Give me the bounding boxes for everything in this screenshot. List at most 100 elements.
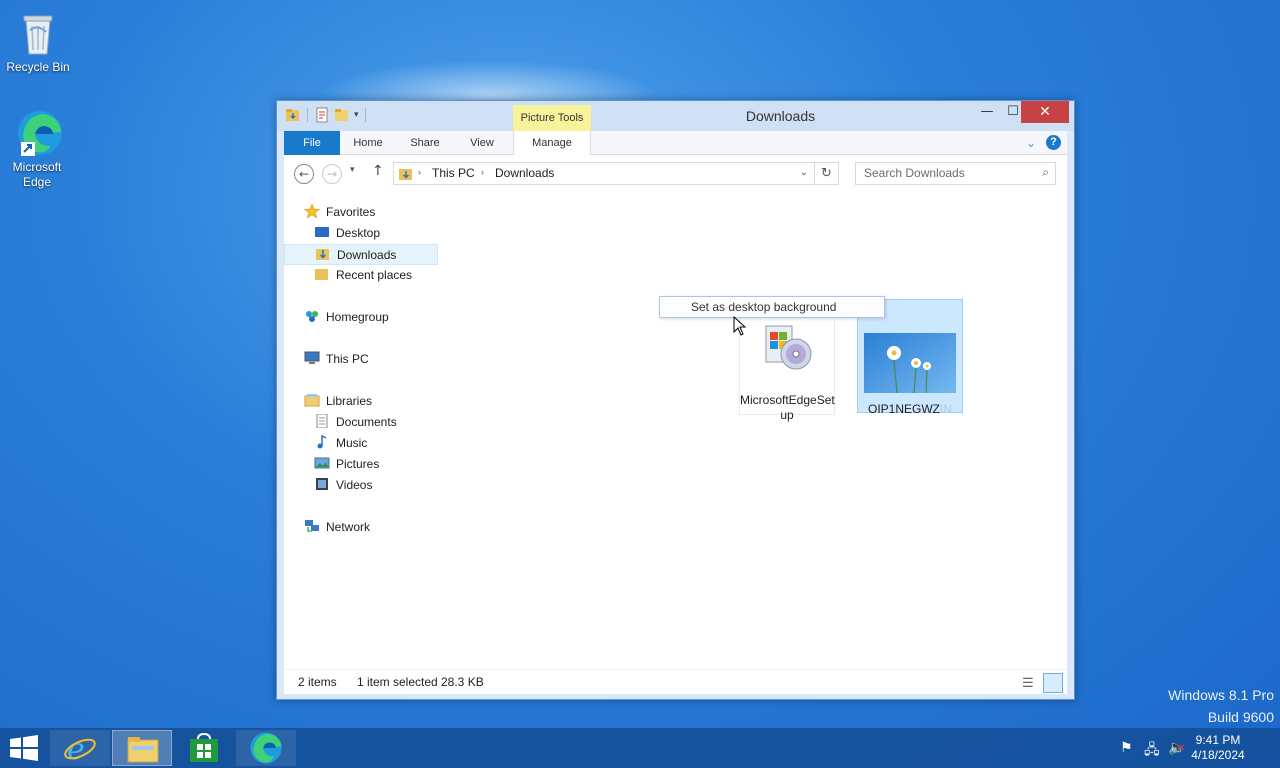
windows-logo-icon [10,735,38,761]
large-icons-view-icon[interactable] [1043,673,1063,693]
edge-icon [250,732,282,764]
libraries-icon [304,393,320,407]
mouse-cursor [733,316,747,336]
windows-watermark: Windows 8.1 Pro Build 9600 [1168,684,1274,728]
nav-homegroup-label: Homegroup [326,310,389,324]
edge-label: Microsoft Edge [12,160,62,189]
address-row: ← → ▾ ↑ › This PC › Downloads ⌄ ↻ Search… [284,155,1067,191]
installer-icon [765,325,812,370]
nav-documents-label: Documents [336,415,397,429]
nav-favorites-label: Favorites [326,205,376,219]
homegroup-icon [304,309,320,323]
recycle-bin-icon [16,8,60,56]
nav-downloads-label: Downloads [337,248,397,262]
internet-explorer-icon: e [64,732,96,767]
nav-network[interactable]: Network [304,517,370,538]
nav-music-label: Music [336,436,368,450]
nav-pictures[interactable]: Pictures [314,454,379,475]
edge-icon [15,108,62,156]
status-item-count: 2 items [298,675,337,689]
breadcrumb-downloads[interactable]: Downloads [495,166,554,180]
file-name-oip-faded: IN [940,402,952,416]
status-selection: 1 item selected [357,675,438,689]
taskbar-internet-explorer[interactable]: e [50,730,110,767]
watermark-build: Build 9600 [1207,709,1274,725]
videos-icon [314,477,330,491]
navigation-pane: Favorites Desktop Downloads Recent place… [284,191,444,669]
file-item-edge-setup[interactable]: MicrosoftEdgeSet up [739,301,835,422]
store-icon [190,732,218,762]
recent-locations-icon[interactable]: ▾ [350,165,355,175]
address-dropdown-icon[interactable]: ⌄ [800,167,808,178]
search-placeholder: Search Downloads [864,166,965,180]
nav-homegroup[interactable]: Homegroup [304,307,389,328]
expand-ribbon-icon[interactable]: ⌄ [1026,136,1036,150]
desktop-icon-edge[interactable]: Microsoft Edge [0,108,75,190]
nav-downloads[interactable]: Downloads [284,244,438,265]
action-center-flag-icon[interactable]: ⚑ [1120,739,1133,756]
taskbar-store[interactable] [174,730,234,766]
file-name-oip: OIP1NEGWZIN [858,402,962,416]
desktop-icon [314,225,330,239]
nav-favorites[interactable]: Favorites [303,202,376,223]
file-explorer-icon [127,737,159,763]
close-button[interactable]: ✕ [1021,101,1069,123]
recent-places-icon [314,267,330,281]
file-name-oip-text: OIP1NEGWZ [867,402,940,416]
start-button[interactable] [6,734,42,762]
nav-recent-places[interactable]: Recent places [314,265,412,286]
network-tray-icon[interactable]: 🖧 [1144,739,1160,763]
tab-share[interactable]: Share [398,131,452,155]
recycle-bin-label: Recycle Bin [6,60,70,74]
clock[interactable]: 9:41 PM 4/18/2024 [1188,733,1248,763]
file-name-edge-setup-line2: up [780,408,794,422]
nav-music[interactable]: Music [314,433,367,454]
clock-time: 9:41 PM [1195,733,1241,747]
title-bar[interactable]: ▾ Picture Tools Downloads — ☐ ✕ [277,101,1074,132]
network-icon [304,519,320,533]
nav-desktop[interactable]: Desktop [314,223,380,244]
breadcrumb-separator-icon[interactable]: › [418,167,421,177]
pictures-icon [314,456,330,470]
nav-documents[interactable]: Documents [314,412,397,433]
nav-videos[interactable]: Videos [314,475,372,496]
tab-view[interactable]: View [456,131,508,155]
minimize-button[interactable]: — [973,101,1001,123]
tab-manage[interactable]: Manage [513,131,591,156]
explorer-window: ▾ Picture Tools Downloads — ☐ ✕ File Hom… [276,100,1075,700]
tab-file[interactable]: File [284,131,340,155]
nav-videos-label: Videos [336,478,373,492]
forward-button[interactable]: → [322,164,342,184]
address-bar[interactable]: › This PC › Downloads ⌄ [393,162,815,185]
ribbon-tabs: File Home Share View Manage ⌄ ? [284,131,1067,156]
help-icon[interactable]: ? [1046,135,1061,150]
computer-icon [304,351,320,365]
clock-date: 4/18/2024 [1191,748,1245,762]
nav-network-label: Network [326,520,371,534]
watermark-edition: Windows 8.1 Pro [1168,687,1274,703]
tab-home[interactable]: Home [342,131,394,155]
refresh-button[interactable]: ↻ [815,162,839,185]
breadcrumb-separator-icon[interactable]: › [481,167,484,177]
up-arrow-icon[interactable]: ↑ [372,163,384,179]
search-input[interactable]: Search Downloads ⌕ [855,162,1056,185]
taskbar: e ⚑ 🖧 🔈 ✕ 9:41 PM 4/18/2024 [0,728,1280,768]
back-button[interactable]: ← [294,164,314,184]
desktop-icon-recycle-bin[interactable]: Recycle Bin [0,8,76,75]
context-menu-set-desktop-background[interactable]: Set as desktop background [659,296,885,318]
downloads-folder-icon [399,169,412,180]
star-icon [303,203,321,219]
system-tray: ⚑ 🖧 🔈 ✕ 9:41 PM 4/18/2024 [1120,728,1280,768]
status-bar: 2 items 1 item selected 28.3 KB ☰ [284,669,1067,694]
nav-this-pc[interactable]: This PC [304,349,369,370]
status-size: 28.3 KB [441,675,484,689]
nav-libraries[interactable]: Libraries [304,391,372,412]
window-title: Downloads [745,108,816,124]
context-menu-item-label: Set as desktop background [691,300,837,314]
breadcrumb-this-pc[interactable]: This PC [432,166,475,180]
taskbar-microsoft-edge[interactable] [236,730,296,766]
nav-desktop-label: Desktop [336,226,381,240]
taskbar-file-explorer[interactable] [112,730,172,766]
details-view-icon[interactable]: ☰ [1022,670,1034,695]
volume-muted-icon[interactable]: 🔈 ✕ [1168,739,1185,756]
